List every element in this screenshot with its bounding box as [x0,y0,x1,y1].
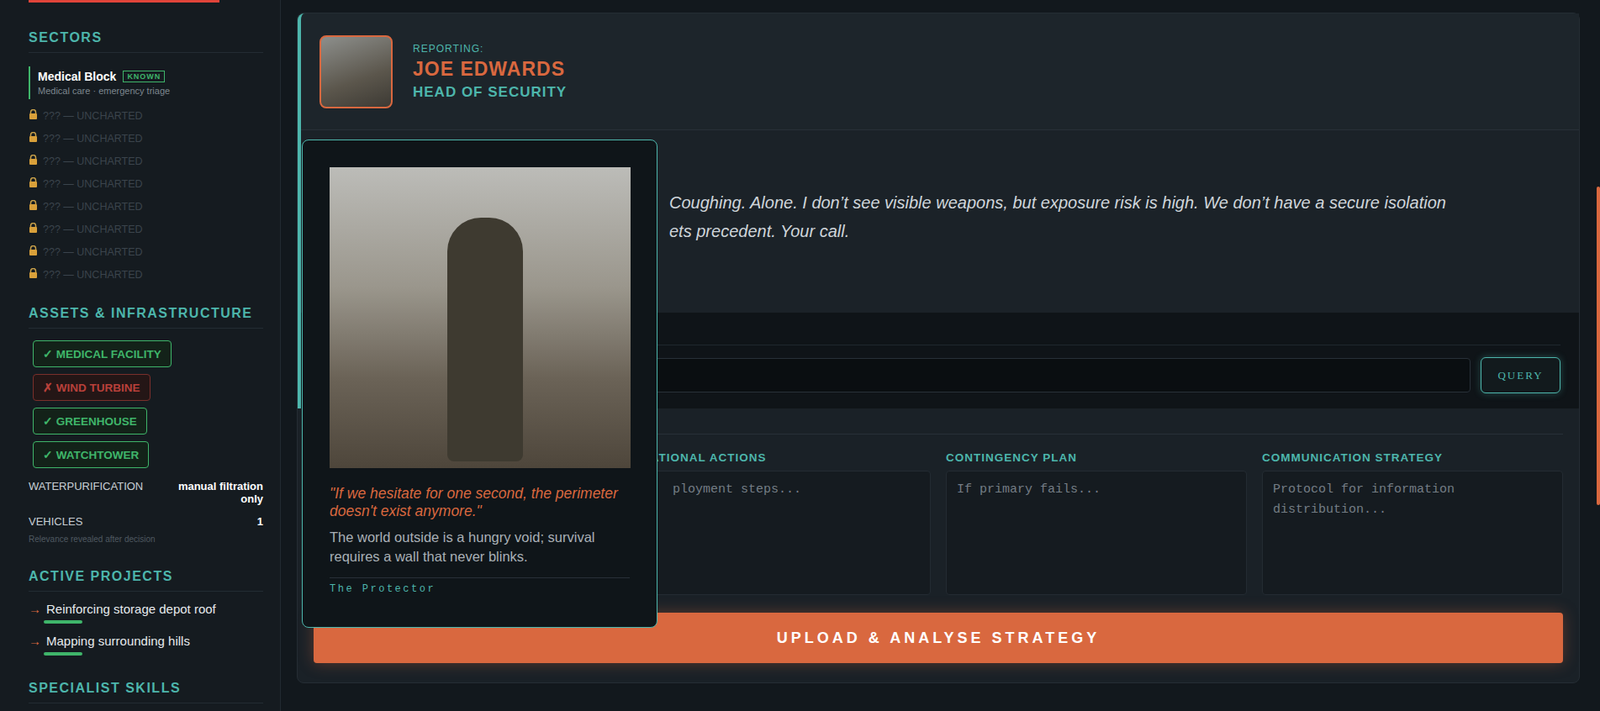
sector-name: Medical Block [37,69,117,84]
reporter-role: HEAD OF SECURITY [412,84,567,101]
sector-item: ??? — UNCHARTED [28,104,264,127]
stat-value: manual filtration only [162,480,264,506]
sector-item: ??? — UNCHARTED [28,217,264,241]
projects-heading: ACTIVE PROJECTS [28,569,264,592]
project-name-row: →Mapping surrounding hills [28,633,264,649]
stat-value: 1 [257,515,264,529]
stat-label: WATERPURIFICATION [28,480,143,493]
arrow-icon: → [28,633,42,649]
avatar-photo [319,35,393,109]
asset-tag: ✓ WATCHTOWER [32,441,149,469]
reporting-label: REPORTING: [412,42,567,55]
sector-item: ??? — UNCHARTED [28,195,264,218]
sector-item[interactable]: Medical Block KNOWN Medical care · emergen… [28,66,264,100]
stat-row: VEHICLES 1 [28,515,264,529]
strategy-field: COMMUNICATION STRATEGY [1262,451,1564,596]
strategy-field: RATIONAL ACTIONS [629,451,931,596]
sector-name: ??? — UNCHARTED [42,246,143,259]
lock-icon [28,222,38,236]
field-input[interactable] [945,470,1247,596]
sector-item: ??? — UNCHARTED [28,149,264,173]
sector-name: ??? — UNCHARTED [42,269,143,281]
top-alert-bar [28,0,220,3]
progress-track [43,620,259,624]
known-badge: KNOWN [122,70,165,83]
sector-item: ??? — UNCHARTED [28,172,264,196]
sector-item: ??? — UNCHARTED [28,126,264,150]
lock-icon [28,154,38,168]
tooltip-description: The world outside is a hungry void; surv… [329,528,630,567]
sector-name: ??? — UNCHARTED [42,110,143,122]
query-button[interactable]: QUERY [1480,357,1561,394]
tooltip-divider [329,577,630,579]
project-name: Reinforcing storage depot roof [46,601,217,617]
message-line: ets precedent. Your call. [669,216,1554,246]
sectors-heading: SECTORS [28,30,264,53]
stats-note: Relevance revealed after decision [28,534,264,544]
sector-item: ??? — UNCHARTED [28,263,264,286]
asset-tag: ✓ MEDICAL FACILITY [32,340,172,368]
character-photo [329,167,631,469]
scrollbar-thumb[interactable] [1596,186,1600,506]
project-item[interactable]: →Mapping surrounding hills [28,633,264,656]
field-label: CONTINGENCY PLAN [945,451,1247,466]
sector-name: ??? — UNCHARTED [42,132,143,145]
sector-subtitle: Medical care · emergency triage [37,85,264,96]
field-label: RATIONAL ACTIONS [629,451,931,466]
sector-name-row: Medical Block KNOWN [37,69,264,84]
asset-tag: ✗ WIND TURBINE [32,374,151,402]
asset-tag: ✓ GREENHOUSE [32,407,148,435]
sector-name: ??? — UNCHARTED [42,223,143,236]
project-name: Mapping surrounding hills [46,633,191,649]
character-tooltip: "If we hesitate for one second, the peri… [301,139,658,629]
asset-list: ✓ MEDICAL FACILITY ✗ WIND TURBINE ✓ GREENH… [28,340,264,469]
sector-name: ??? — UNCHARTED [42,155,143,168]
sector-name: ??? — UNCHARTED [42,178,143,191]
stat-row: WATERPURIFICATION manual filtration only [28,480,264,506]
field-input[interactable] [629,470,931,596]
stat-label: VEHICLES [28,515,83,529]
field-label: COMMUNICATION STRATEGY [1262,451,1564,466]
arrow-icon: → [28,601,42,617]
skills-heading: SPECIALIST SKILLS [28,681,264,704]
project-item[interactable]: →Reinforcing storage depot roof [28,601,264,624]
reporter-name: JOE EDWARDS [412,58,567,81]
sector-item: ??? — UNCHARTED [28,240,264,264]
reporter-info: REPORTING: JOE EDWARDS HEAD OF SECURITY [412,42,567,101]
lock-icon [28,132,38,145]
tooltip-quote: "If we hesitate for one second, the peri… [329,485,630,521]
report-header: REPORTING: JOE EDWARDS HEAD OF SECURITY [300,13,1579,131]
strategy-field: CONTINGENCY PLAN [945,451,1247,596]
lock-icon [28,268,38,281]
sidebar: SECTORS Medical Block KNOWN Medical care · … [0,0,281,711]
tooltip-archetype: The Protector [329,583,630,596]
lock-icon [28,109,38,122]
assets-heading: ASSETS & INFRASTRUCTURE [28,306,264,329]
lock-icon [28,245,38,259]
sector-name: ??? — UNCHARTED [42,200,143,213]
lock-icon [28,200,38,213]
message-line: Coughing. Alone. I don’t see visible wea… [669,188,1554,217]
field-input[interactable] [1262,470,1564,596]
progress-track [43,652,259,656]
progress-fill [43,652,83,656]
project-name-row: →Reinforcing storage depot roof [28,601,264,617]
lock-icon [28,177,38,191]
progress-fill [43,620,83,624]
